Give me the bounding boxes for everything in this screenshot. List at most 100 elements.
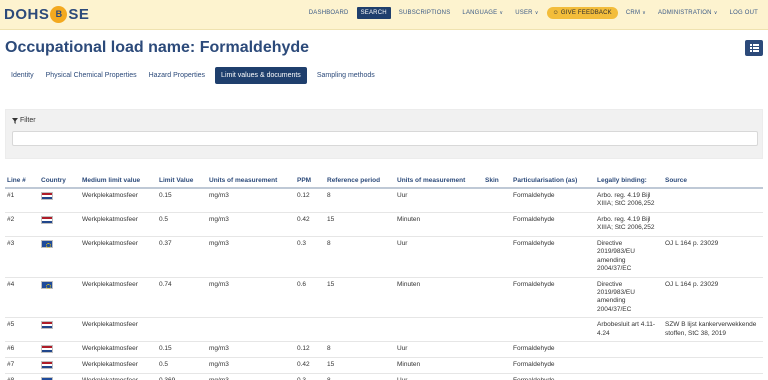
cell-skin [483,236,511,278]
cell-legally-binding: Directive 2019/983/EU amending 2004/37/E… [595,277,663,319]
cell-line-number: #7 [5,357,39,375]
column-header[interactable]: Legally binding: [595,174,663,189]
column-header[interactable]: Particularisation (as) [511,174,595,189]
table-row[interactable]: #4 Werkplekatmosfeer 0.74 mg/m3 0.6 15 Minuten… [5,277,763,319]
cell-medium-limit-value: Werkplekatmosfeer [80,236,157,278]
table-row[interactable]: #7 Werkplekatmosfeer 0.5 mg/m3 0.42 15 Minuten… [5,357,763,375]
column-header[interactable]: Source [663,174,763,189]
nav-item-crm[interactable]: CRM ∨ [622,7,650,19]
cell-skin [483,341,511,359]
cell-units-of-measurement-2: Minuten [395,277,483,319]
cell-legally-binding: Arbo. reg. 4.19 Bijl XIIIA; StC 2006,252 [595,188,663,213]
nav-item-user[interactable]: USER ∨ [511,7,542,19]
nav-item-subscriptions[interactable]: SUBSCRIPTIONS [395,7,455,19]
nav-item-log-out[interactable]: LOG OUT [726,7,762,19]
column-header[interactable]: Units of measurement [395,174,483,189]
page-title: Occupational load name: Formaldehyde [5,39,310,56]
dohsbase-logo[interactable]: DOHS B SE [4,3,89,25]
cell-skin [483,373,511,380]
logo-text-mid: B [55,9,63,19]
nav-item-give-feedback[interactable]: ☺ GIVE FEEDBACK [546,7,618,19]
table-row[interactable]: #2 Werkplekatmosfeer 0.5 mg/m3 0.42 15 Minuten… [5,212,763,237]
nav-item-dashboard[interactable]: DASHBOARD [305,7,353,19]
filter-heading[interactable]: Filter [12,117,36,124]
cell-units-of-measurement-2: Uur [395,236,483,278]
table-row[interactable]: #6 Werkplekatmosfeer 0.15 mg/m3 0.12 8 Uur Form… [5,341,763,359]
cell-reference-period: 15 [325,212,395,237]
filter-icon [12,117,18,124]
tab-sampling-methods[interactable]: Sampling methods [311,67,381,84]
netherlands-flag-icon [41,321,53,330]
eu-flag-icon [41,239,53,248]
cell-medium-limit-value: Werkplekatmosfeer [80,373,157,380]
cell-source: OJ L 164 p. 23029 [663,236,763,278]
column-header[interactable]: Units of measurement [207,174,295,189]
table-row[interactable]: #1 Werkplekatmosfeer 0.15 mg/m3 0.12 8 Uur Form… [5,188,763,213]
cell-source [663,357,763,375]
chevron-down-icon: ∨ [499,10,504,16]
nav-item-administration[interactable]: ADMINISTRATION ∨ [654,7,722,19]
table-row[interactable]: #3 Werkplekatmosfeer 0.37 mg/m3 0.3 8 Uur Forma… [5,236,763,278]
cell-line-number: #2 [5,212,39,237]
list-icon [749,44,759,52]
logo-text-right: SE [68,5,90,23]
limit-values-table: Line # Country Medium limit value Limit Val… [5,174,763,380]
column-header[interactable]: Reference period [325,174,395,189]
cell-legally-binding [595,373,663,380]
table-row[interactable]: #8 Werkplekatmosfeer0.369mg/m30.38Uur Form… [5,373,763,380]
chevron-down-icon: ∨ [713,10,718,16]
cell-line-number: #4 [5,277,39,319]
filter-input[interactable] [12,131,758,146]
table-row[interactable]: #5 Werkplekatmosfeer Arbobesluit art 4.11-… [5,317,763,343]
cell-country [39,317,80,343]
cell-legally-binding: Directive 2019/983/EU amending 2004/37/E… [595,236,663,278]
cell-skin [483,357,511,375]
cell-reference-period: 15 [325,357,395,375]
nav-item-language[interactable]: LANGUAGE ∨ [458,7,507,19]
cell-units-of-measurement: mg/m3 [207,277,295,319]
cell-units-of-measurement-2 [395,317,483,343]
cell-source [663,373,763,380]
cell-particularisation [511,317,595,343]
cell-source [663,341,763,359]
cell-ppm [295,317,325,343]
tab-physical-chemical-properties[interactable]: Physical Chemical Properties [40,67,143,84]
column-header[interactable]: Country [39,174,80,189]
filter-panel: Filter [5,109,763,159]
main-nav: DASHBOARD SEARCH SUBSCRIPTIONS LANGUAGE ∨ USE… [305,7,762,19]
tab-limit-values-documents[interactable]: Limit values & documents [215,67,307,84]
cell-units-of-measurement-2: Uur [395,341,483,359]
nav-item-search[interactable]: SEARCH [356,7,391,19]
cell-line-number: #5 [5,317,39,343]
cell-skin [483,317,511,343]
cell-country [39,212,80,237]
top-navbar: DOHS B SE DASHBOARD SEARCH SUBSCRIPTIONS LA… [0,0,768,30]
cell-skin [483,188,511,213]
cell-legally-binding: Arbobesluit art 4.11-4.24 [595,317,663,343]
cell-medium-limit-value: Werkplekatmosfeer [80,357,157,375]
cell-reference-period: 8 [325,236,395,278]
column-header[interactable]: PPM [295,174,325,189]
column-header[interactable]: Limit Value [157,174,207,189]
nav-item-label: SUBSCRIPTIONS [398,10,451,16]
cell-medium-limit-value: Werkplekatmosfeer [80,277,157,319]
cell-units-of-measurement-2: Uur [395,373,483,380]
column-header[interactable]: Medium limit value [80,174,157,189]
cell-ppm: 0.42 [295,212,325,237]
list-view-button[interactable] [745,40,763,56]
smiley-icon: ☺ [552,10,559,16]
column-header[interactable]: Line # [5,174,39,189]
logo-circle: B [50,5,68,23]
cell-legally-binding [595,341,663,359]
eu-flag-icon [41,280,53,289]
cell-source [663,188,763,213]
cell-country [39,341,80,359]
cell-reference-period [325,317,395,343]
cell-line-number: #6 [5,341,39,359]
tab-identity[interactable]: Identity [5,67,40,84]
cell-source: SZW B lijst kankerverwekkende stoffen, S… [663,317,763,343]
column-header[interactable]: Skin [483,174,511,189]
nav-item-label: CRM [625,10,641,16]
tab-hazard-properties[interactable]: Hazard Properties [143,67,211,84]
cell-particularisation: Formaldehyde [511,373,595,380]
